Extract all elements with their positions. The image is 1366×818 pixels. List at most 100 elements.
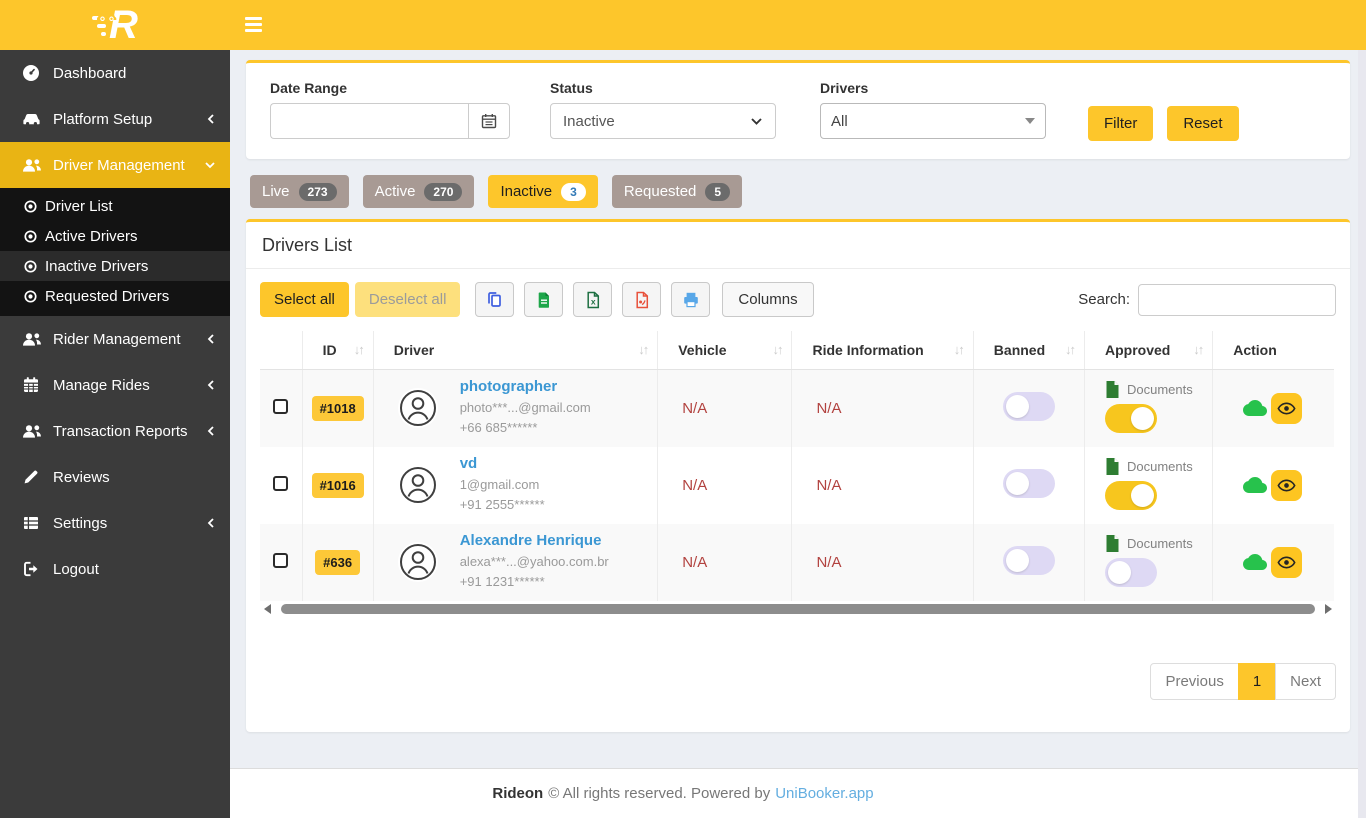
deselect-all-button[interactable]: Deselect all [355,282,461,317]
header-vehicle[interactable]: ↓↑Vehicle [658,331,792,370]
sidebar-subitem-inactive-drivers[interactable]: Inactive Drivers [0,251,230,281]
status-select[interactable]: Inactive [550,103,776,139]
cloud-icon[interactable] [1243,400,1267,416]
header-approved[interactable]: ↓↑Approved [1085,331,1213,370]
sidebar-subitem-requested-drivers[interactable]: Requested Drivers [0,281,230,311]
status-select-value: Inactive [563,113,615,130]
driver-name-link[interactable]: photographer [460,378,591,395]
sort-icon[interactable]: ↓↑ [1193,342,1202,357]
sidebar-subitem-active-drivers[interactable]: Active Drivers [0,221,230,251]
view-driver-button[interactable] [1271,470,1302,501]
panel-title: Drivers List [246,222,1350,269]
tab-requested[interactable]: Requested 5 [612,175,742,208]
sort-icon[interactable]: ↓↑ [638,342,647,357]
driver-email: 1@gmail.com [460,477,540,492]
users-icon [22,157,44,173]
scrollbar-thumb[interactable] [281,604,1315,614]
calendar-addon-button[interactable] [468,103,510,139]
reset-button[interactable]: Reset [1167,106,1238,141]
car-icon [22,111,44,127]
sidebar-item-reviews[interactable]: Reviews [0,454,230,500]
header-id[interactable]: ↓↑ID [302,331,373,370]
sidebar-item-rider-management[interactable]: Rider Management [0,316,230,362]
sidebar-item-settings[interactable]: Settings [0,500,230,546]
sidebar-subitem-label: Requested Drivers [45,288,169,305]
scroll-right-arrow-icon[interactable] [1325,604,1332,614]
documents-label[interactable]: Documents [1127,536,1193,551]
driver-name-link[interactable]: Alexandre Henrique [460,532,609,549]
select-all-button[interactable]: Select all [260,282,349,317]
banned-toggle[interactable] [1003,469,1055,498]
footer-brand: Rideon [492,785,543,802]
header-ride-information[interactable]: ↓↑Ride Information [792,331,973,370]
view-driver-button[interactable] [1271,393,1302,424]
tab-live[interactable]: Live 273 [250,175,349,208]
pagination-next[interactable]: Next [1275,663,1336,700]
columns-button[interactable]: Columns [722,282,813,317]
banned-toggle[interactable] [1003,546,1055,575]
date-range-input[interactable] [270,103,468,139]
sidebar-item-label: Logout [53,561,99,578]
pagination-page-1[interactable]: 1 [1238,663,1276,700]
tab-count-badge: 3 [561,183,586,201]
tab-count-badge: 270 [424,183,462,201]
approved-toggle[interactable] [1105,481,1157,510]
sort-icon[interactable]: ↓↑ [772,342,781,357]
sidebar-subitem-driver-list[interactable]: Driver List [0,191,230,221]
circle-dot-icon [24,290,37,303]
sidebar-item-label: Settings [53,515,107,532]
avatar [398,388,438,428]
tab-active[interactable]: Active 270 [363,175,475,208]
view-driver-button[interactable] [1271,547,1302,578]
page-scrollbar[interactable] [1358,50,1366,818]
sidebar-item-transaction-reports[interactable]: Transaction Reports [0,408,230,454]
header-banned[interactable]: ↓↑Banned [973,331,1084,370]
sort-icon[interactable]: ↓↑ [354,342,363,357]
cloud-icon[interactable] [1243,554,1267,570]
csv-export-button[interactable] [524,282,563,317]
header-driver[interactable]: ↓↑Driver [373,331,658,370]
sidebar-item-logout[interactable]: Logout [0,546,230,592]
documents-label[interactable]: Documents [1127,382,1193,397]
print-button[interactable] [671,282,710,317]
hamburger-menu-icon[interactable] [245,17,262,35]
app-logo[interactable]: R [92,5,138,45]
footer-link[interactable]: UniBooker.app [775,785,873,802]
sort-icon[interactable]: ↓↑ [1065,342,1074,357]
documents-label[interactable]: Documents [1127,459,1193,474]
cloud-icon[interactable] [1243,477,1267,493]
row-checkbox[interactable] [273,399,288,414]
driver-name-link[interactable]: vd [460,455,545,472]
top-header [230,0,1366,50]
eye-icon [1277,478,1296,493]
sidebar-item-platform-setup[interactable]: Platform Setup [0,96,230,142]
sidebar-item-driver-management[interactable]: Driver Management [0,142,230,188]
table-toolbar: Select all Deselect all x Columns Search… [246,269,1350,329]
tab-inactive[interactable]: Inactive 3 [488,175,597,208]
sort-icon[interactable]: ↓↑ [954,342,963,357]
users-icon [22,331,44,347]
copy-export-button[interactable] [475,282,514,317]
banned-toggle[interactable] [1003,392,1055,421]
search-input[interactable] [1138,284,1336,316]
vehicle-value: N/A [658,370,792,447]
row-checkbox[interactable] [273,553,288,568]
excel-export-button[interactable]: x [573,282,612,317]
approved-toggle[interactable] [1105,558,1157,587]
pagination-previous[interactable]: Previous [1150,663,1238,700]
approved-toggle[interactable] [1105,404,1157,433]
main-content: Date Range Status Inactive Drivers All [230,50,1366,768]
scroll-left-arrow-icon[interactable] [264,604,271,614]
driver-email: photo***...@gmail.com [460,400,591,415]
filter-button[interactable]: Filter [1088,106,1153,141]
search-label: Search: [1078,291,1130,308]
pdf-export-button[interactable] [622,282,661,317]
horizontal-scrollbar[interactable] [260,601,1336,617]
logout-icon [22,560,44,578]
drivers-select[interactable]: All [820,103,1046,139]
copy-icon [485,290,504,309]
dropdown-arrow-icon [1025,118,1035,124]
row-checkbox[interactable] [273,476,288,491]
sidebar-item-manage-rides[interactable]: Manage Rides [0,362,230,408]
sidebar-item-dashboard[interactable]: Dashboard [0,50,230,96]
